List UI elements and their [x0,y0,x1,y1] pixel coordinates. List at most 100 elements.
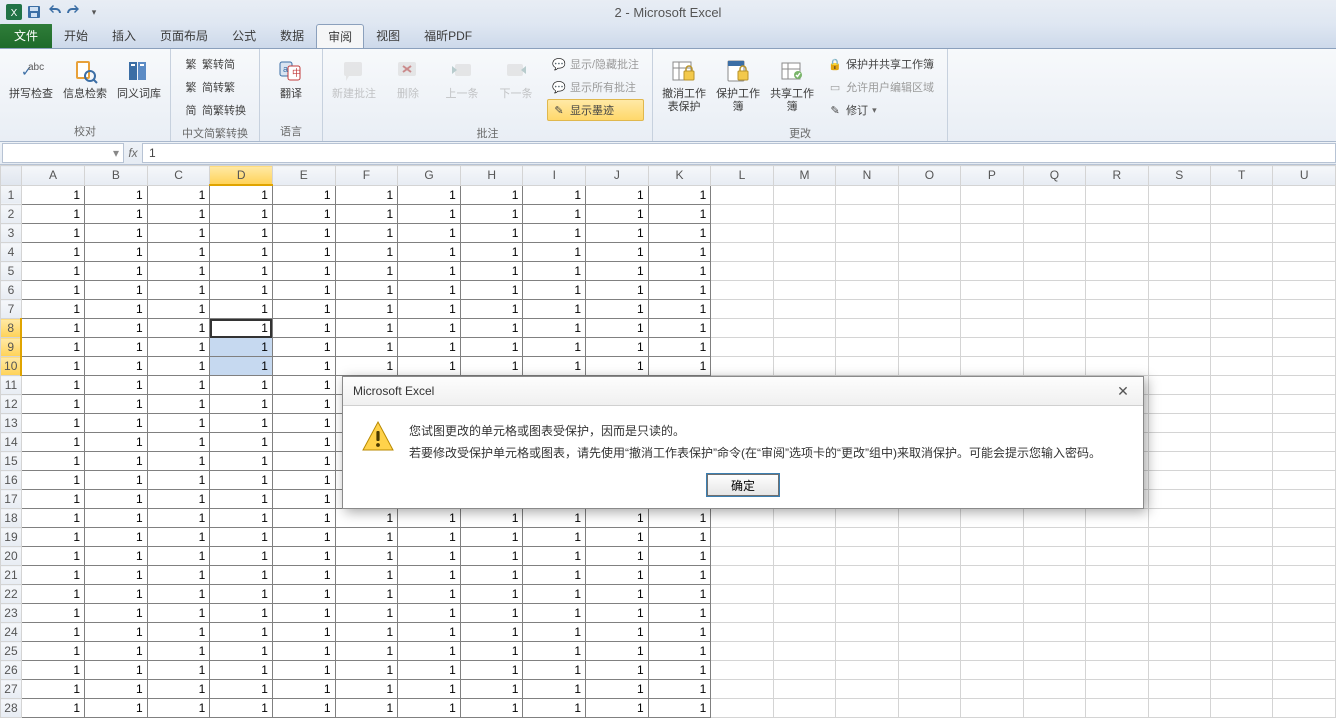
column-header[interactable]: L [711,166,773,186]
cell[interactable]: 1 [398,623,461,642]
cell[interactable]: 1 [586,300,649,319]
cell[interactable] [1148,661,1210,680]
dialog-ok-button[interactable]: 确定 [707,474,779,496]
cell[interactable]: 1 [21,433,84,452]
show-ink-button[interactable]: ✎显示墨迹 [547,99,644,121]
cell[interactable] [1086,357,1148,376]
column-header[interactable]: T [1211,166,1273,186]
cell[interactable] [1273,509,1336,528]
cell[interactable]: 1 [21,661,84,680]
cell[interactable] [898,243,961,262]
cell[interactable]: 1 [21,528,84,547]
tab-home[interactable]: 开始 [52,23,100,48]
cell[interactable] [1023,262,1086,281]
cell[interactable]: 1 [147,623,210,642]
cell[interactable]: 1 [335,528,398,547]
cell[interactable] [1273,566,1336,585]
cell[interactable] [836,642,898,661]
cell[interactable] [1086,262,1148,281]
row-header[interactable]: 4 [1,243,22,262]
cell[interactable] [1148,433,1210,452]
cell[interactable] [961,243,1023,262]
cell[interactable] [1023,547,1086,566]
cell[interactable]: 1 [398,262,461,281]
cell[interactable]: 1 [586,528,649,547]
cell[interactable] [1273,604,1336,623]
cell[interactable] [1273,433,1336,452]
cell[interactable] [1023,205,1086,224]
cell[interactable] [961,262,1023,281]
cell[interactable]: 1 [147,357,210,376]
cell[interactable]: 1 [586,205,649,224]
row-header[interactable]: 10 [1,357,22,376]
cell[interactable]: 1 [272,433,335,452]
cell[interactable] [961,623,1023,642]
cell[interactable] [961,319,1023,338]
cell[interactable]: 1 [398,319,461,338]
cell[interactable] [898,281,961,300]
cell[interactable] [898,338,961,357]
row-header[interactable]: 26 [1,661,22,680]
cell[interactable] [898,699,961,718]
cell[interactable]: 1 [398,205,461,224]
cell[interactable] [961,604,1023,623]
cell[interactable] [1086,547,1148,566]
cell[interactable] [1148,566,1210,585]
cell[interactable]: 1 [648,680,711,699]
cell[interactable] [1148,395,1210,414]
cell[interactable]: 1 [147,376,210,395]
protect-share-button[interactable]: 🔒保护并共享工作簿 [823,53,939,75]
cell[interactable] [836,680,898,699]
cell[interactable] [1086,528,1148,547]
cell[interactable]: 1 [648,528,711,547]
cell[interactable]: 1 [648,547,711,566]
cell[interactable]: 1 [586,585,649,604]
cell[interactable]: 1 [85,699,148,718]
cell[interactable] [1211,205,1273,224]
cell[interactable] [773,319,836,338]
cell[interactable]: 1 [272,547,335,566]
cell[interactable] [1273,414,1336,433]
cell[interactable]: 1 [21,604,84,623]
cell[interactable]: 1 [147,547,210,566]
cell[interactable]: 1 [398,642,461,661]
cell[interactable]: 1 [21,452,84,471]
cell[interactable] [711,585,773,604]
cell[interactable] [1273,471,1336,490]
cell[interactable]: 1 [210,528,273,547]
cell[interactable]: 1 [210,319,273,338]
cell[interactable]: 1 [523,319,586,338]
cell[interactable] [1086,185,1148,205]
cell[interactable]: 1 [586,604,649,623]
cell[interactable] [1273,243,1336,262]
cell[interactable] [898,642,961,661]
cell[interactable]: 1 [460,281,523,300]
cell[interactable]: 1 [648,585,711,604]
cell[interactable]: 1 [586,566,649,585]
cell[interactable]: 1 [398,281,461,300]
cell[interactable]: 1 [586,338,649,357]
cell[interactable]: 1 [85,490,148,509]
cell[interactable]: 1 [272,566,335,585]
cell[interactable] [961,642,1023,661]
column-header[interactable]: G [398,166,461,186]
cell[interactable]: 1 [210,585,273,604]
cell[interactable]: 1 [210,699,273,718]
cell[interactable] [898,205,961,224]
cell[interactable] [898,566,961,585]
cell[interactable]: 1 [523,300,586,319]
cell[interactable]: 1 [398,566,461,585]
cell[interactable]: 1 [460,262,523,281]
research-button[interactable]: 信息检索 [60,51,110,106]
column-header[interactable]: S [1148,166,1210,186]
cell[interactable]: 1 [523,699,586,718]
cell[interactable]: 1 [85,243,148,262]
cell[interactable] [1148,604,1210,623]
cell[interactable]: 1 [586,680,649,699]
cell[interactable]: 1 [523,585,586,604]
cell[interactable]: 1 [272,281,335,300]
cell[interactable] [1273,262,1336,281]
cell[interactable] [711,680,773,699]
cell[interactable] [711,509,773,528]
cell[interactable]: 1 [210,185,273,205]
